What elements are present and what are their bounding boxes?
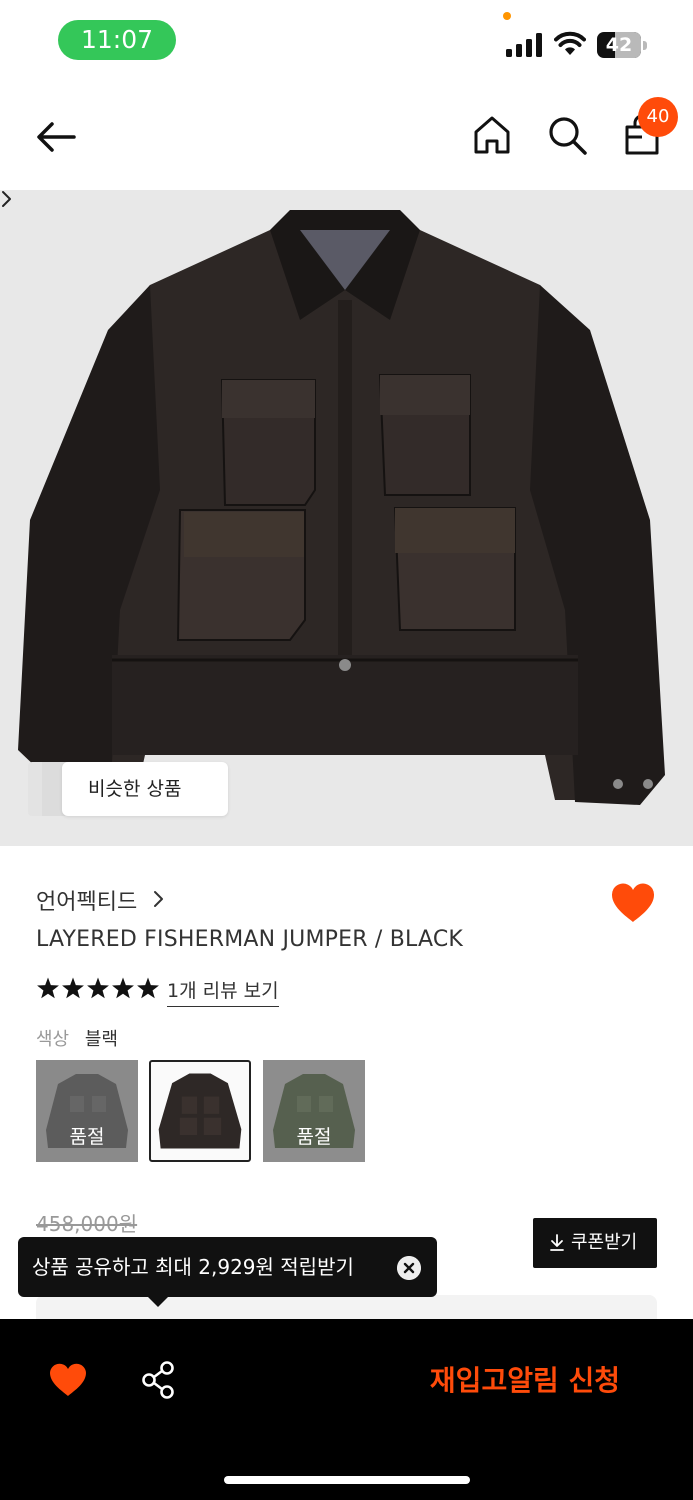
color-label: 색상 — [36, 1029, 70, 1050]
color-row: 색상 블랙 — [36, 1025, 118, 1051]
cart-count-badge: 40 — [638, 97, 678, 137]
status-time: 11:07 — [58, 20, 176, 60]
home-indicator[interactable] — [224, 1476, 470, 1484]
star-icon — [87, 977, 109, 999]
color-swatch-selected[interactable] — [149, 1060, 251, 1162]
soldout-label: 품절 — [69, 1126, 105, 1148]
jacket-illustration — [18, 210, 665, 805]
share-icon[interactable] — [140, 1360, 176, 1400]
heart-icon[interactable] — [48, 1362, 88, 1398]
restock-alert-button[interactable]: 재입고알림 신청 — [410, 1357, 640, 1405]
arrow-left-icon[interactable] — [30, 113, 82, 161]
app-screen: 11:07 42 40 비슷한 상품 언어펙티드 LAYERED FISHERM… — [0, 0, 693, 1500]
home-icon[interactable] — [470, 113, 514, 157]
wifi-icon — [554, 31, 586, 55]
color-swatch-soldout[interactable]: 품절 — [36, 1060, 138, 1162]
review-link[interactable]: 1개 리뷰 보기 — [167, 976, 279, 1007]
color-value: 블랙 — [84, 1029, 118, 1050]
status-bar: 11:07 42 — [0, 0, 693, 80]
jacket-thumbnail — [158, 1073, 242, 1149]
original-price: 458,000원 — [36, 1212, 138, 1236]
heart-icon[interactable] — [610, 882, 656, 924]
bottom-action-bar: 재입고알림 신청 — [0, 1319, 693, 1500]
color-swatch-soldout[interactable]: 품절 — [263, 1060, 365, 1162]
product-image[interactable]: 비슷한 상품 — [0, 190, 693, 846]
download-icon — [550, 1234, 564, 1251]
cellular-signal-icon — [506, 33, 542, 57]
star-icon — [37, 977, 59, 999]
privacy-indicator-dot — [503, 12, 511, 20]
brand-link[interactable]: 언어펙티드 — [36, 884, 137, 915]
close-icon[interactable] — [397, 1256, 421, 1280]
chevron-right-icon — [2, 191, 11, 207]
battery-body: 42 — [597, 32, 641, 58]
battery-percentage: 42 — [605, 34, 633, 56]
app-header: 40 — [0, 95, 693, 180]
soldout-label: 품절 — [296, 1126, 332, 1148]
chevron-right-icon — [154, 891, 163, 907]
star-icon — [137, 977, 159, 999]
share-reward-tooltip: 상품 공유하고 최대 2,929원 적립받기 — [18, 1237, 437, 1297]
search-icon[interactable] — [545, 113, 589, 157]
similar-products-button[interactable]: 비슷한 상품 — [62, 762, 228, 816]
battery-indicator: 42 — [597, 32, 647, 58]
battery-cap — [643, 41, 647, 50]
tooltip-arrow — [147, 1296, 169, 1307]
star-icon — [112, 977, 134, 999]
product-title: LAYERED FISHERMAN JUMPER / BLACK — [36, 927, 464, 952]
rating-stars — [37, 977, 159, 999]
star-icon — [62, 977, 84, 999]
